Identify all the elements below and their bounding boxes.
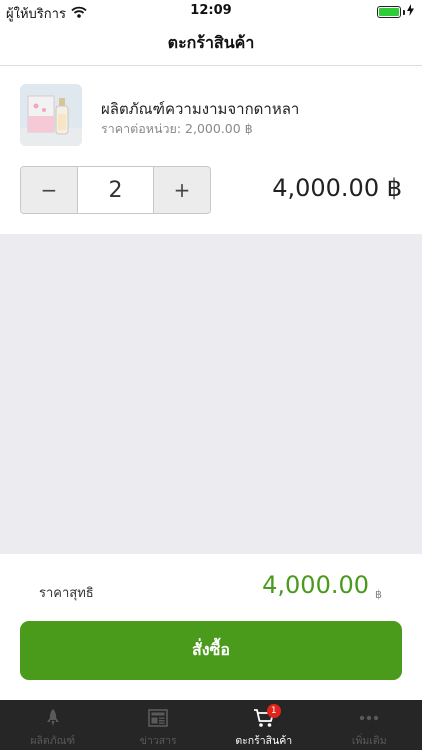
net-price-value: 4,000.00: [262, 571, 369, 599]
cart-badge: 1: [266, 704, 281, 718]
tab-bar: ผลิตภัณฑ์ ข่าวสาร 1 ตะกร้าสินค้า เพิ่มเต…: [0, 700, 422, 750]
page-title: ตะกร้าสินค้า: [167, 33, 255, 52]
decrement-button[interactable]: −: [21, 167, 77, 213]
battery-icon: [377, 4, 414, 20]
tab-news[interactable]: ข่าวสาร: [106, 700, 212, 750]
product-thumbnail[interactable]: [20, 84, 82, 146]
order-summary: ราคาสุทธิ 4,000.00 ฿ สั่งซื้อ: [0, 554, 422, 700]
increment-button[interactable]: +: [154, 167, 210, 213]
empty-cart-area: [0, 234, 422, 554]
more-icon: [358, 707, 380, 729]
navigation-bar: ตะกร้าสินค้า: [0, 22, 422, 66]
tab-cart[interactable]: 1 ตะกร้าสินค้า: [211, 700, 317, 750]
tab-products[interactable]: ผลิตภัณฑ์: [0, 700, 106, 750]
rocket-icon: [42, 707, 64, 729]
quantity-value[interactable]: 2: [77, 167, 154, 213]
status-time: 12:09: [190, 3, 232, 18]
line-total: 4,000.00 ฿: [272, 174, 402, 202]
net-price-label: ราคาสุทธิ: [39, 586, 94, 601]
newspaper-icon: [147, 707, 169, 729]
charging-icon: [407, 4, 414, 20]
product-name: ผลิตภัณฑ์ความงามจากดาหลา: [101, 100, 300, 118]
tab-label: เพิ่มเติม: [351, 735, 387, 747]
net-price-currency: ฿: [375, 588, 382, 601]
order-button[interactable]: สั่งซื้อ: [20, 621, 402, 680]
tab-label: ข่าวสาร: [139, 735, 177, 747]
tab-label: ผลิตภัณฑ์: [30, 735, 76, 747]
status-bar: ผู้ให้บริการ 12:09: [0, 0, 422, 22]
unit-price: ราคาต่อหน่วย: 2,000.00 ฿: [101, 121, 253, 136]
cart-item: ผลิตภัณฑ์ความงามจากดาหลา ราคาต่อหน่วย: 2…: [0, 66, 422, 234]
tab-more[interactable]: เพิ่มเติม: [317, 700, 422, 750]
tab-label: ตะกร้าสินค้า: [235, 735, 293, 747]
quantity-stepper: − 2 +: [20, 166, 211, 214]
